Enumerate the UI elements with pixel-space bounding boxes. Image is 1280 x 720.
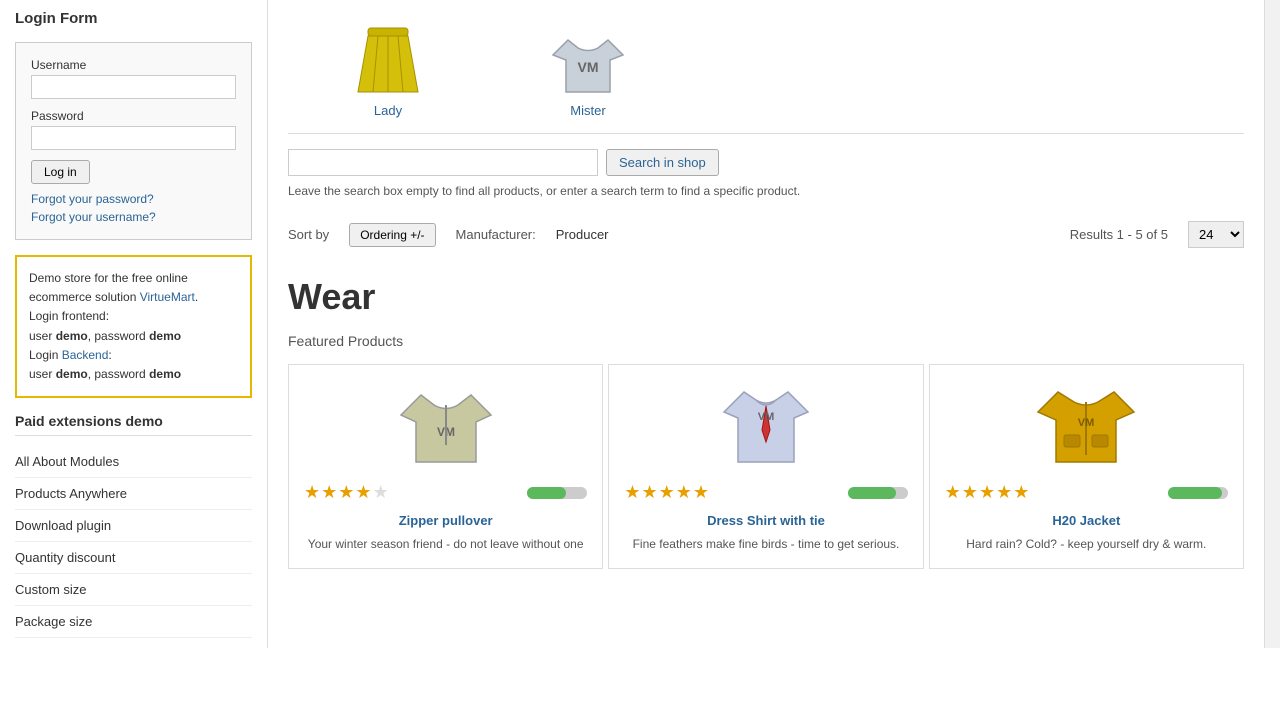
backend-link[interactable]: Backend — [62, 348, 109, 362]
mister-icon: VM — [548, 20, 628, 103]
price-bar-0 — [527, 487, 587, 499]
demo-login-frontend-label: Login frontend: — [29, 309, 109, 323]
sidebar-menu: All About ModulesProducts AnywhereDownlo… — [15, 446, 252, 638]
password-label: Password — [31, 109, 236, 123]
price-slider-2 — [1168, 487, 1228, 499]
product-desc-1: Fine feathers make fine birds - time to … — [624, 536, 907, 553]
price-bar-2 — [1168, 487, 1228, 499]
category-lady-link[interactable]: Lady — [348, 20, 428, 118]
price-slider-0 — [527, 487, 587, 499]
sidebar-menu-item-4[interactable]: Custom size — [15, 574, 252, 606]
stars-2: ★★★★★ — [945, 482, 1031, 503]
search-input[interactable] — [288, 149, 598, 176]
demo-password-label: password — [94, 329, 145, 343]
category-title: Wear — [288, 276, 1244, 318]
search-bar: Search in shop — [288, 149, 1244, 176]
results-count: Results 1 - 5 of 5 — [1070, 227, 1168, 242]
username-input[interactable] — [31, 75, 236, 99]
product-card-1: VM ★★★★★ Dress Shirt with tie Fine feath… — [608, 364, 923, 569]
star-bar-1: ★★★★★ — [624, 482, 907, 503]
search-hint: Leave the search box empty to find all p… — [288, 184, 1244, 198]
category-mister[interactable]: VM Mister — [488, 10, 688, 133]
product-name-1[interactable]: Dress Shirt with tie — [624, 513, 907, 528]
sidebar-menu-item-1[interactable]: Products Anywhere — [15, 478, 252, 510]
sidebar: Login Form Username Password Log in Forg… — [0, 0, 268, 648]
product-card-0: VM ★★★★★ Zipper pullover Your winter sea… — [288, 364, 603, 569]
price-fill-0 — [527, 487, 566, 499]
search-button[interactable]: Search in shop — [606, 149, 719, 176]
demo-info-box: Demo store for the free online ecommerce… — [15, 255, 252, 398]
svg-text:VM: VM — [1078, 417, 1095, 429]
login-box: Username Password Log in Forgot your pas… — [15, 42, 252, 240]
product-desc-0: Your winter season friend - do not leave… — [304, 536, 587, 553]
demo-user: demo — [56, 329, 88, 343]
login-links: Forgot your password? Forgot your userna… — [31, 192, 236, 224]
price-fill-2 — [1168, 487, 1222, 499]
category-lady-label: Lady — [348, 103, 428, 118]
svg-text:VM: VM — [578, 59, 599, 75]
product-icon-1: VM — [716, 380, 816, 470]
category-grid: Lady VM Mister — [288, 10, 1244, 134]
paid-extensions-title: Paid extensions demo — [15, 413, 252, 436]
category-mister-label: Mister — [548, 103, 628, 118]
manufacturer-label: Manufacturer: — [456, 227, 536, 242]
sidebar-menu-item-5[interactable]: Package size — [15, 606, 252, 638]
category-lady[interactable]: Lady — [288, 10, 488, 133]
demo-login-backend-label: Login — [29, 348, 62, 362]
demo-pass2: demo — [149, 367, 181, 381]
main-content: Lady VM Mister Search in shop — [268, 0, 1264, 648]
product-name-0[interactable]: Zipper pullover — [304, 513, 587, 528]
sort-by-label: Sort by — [288, 227, 329, 242]
product-desc-2: Hard rain? Cold? - keep yourself dry & w… — [945, 536, 1228, 553]
price-slider-1 — [848, 487, 908, 499]
demo-backend-colon: : — [108, 348, 111, 362]
stars-1: ★★★★★ — [624, 482, 710, 503]
sidebar-menu-item-2[interactable]: Download plugin — [15, 510, 252, 542]
scrollbar[interactable] — [1264, 0, 1280, 648]
price-fill-1 — [848, 487, 896, 499]
demo-text-2: . — [195, 290, 198, 304]
svg-text:VM: VM — [758, 411, 775, 423]
virtuemart-link[interactable]: VirtueMart — [140, 290, 195, 304]
login-button[interactable]: Log in — [31, 160, 90, 184]
demo-password: demo — [149, 329, 181, 343]
product-card-2: VM ★★★★★ H20 Jacket Hard rain? Cold? - k… — [929, 364, 1244, 569]
featured-products-title: Featured Products — [288, 333, 1244, 349]
demo-user2: demo — [56, 367, 88, 381]
product-grid: VM ★★★★★ Zipper pullover Your winter sea… — [288, 364, 1244, 569]
product-icon-2: VM — [1036, 380, 1136, 470]
forgot-password-link[interactable]: Forgot your password? — [31, 192, 236, 206]
username-label: Username — [31, 58, 236, 72]
star-bar-0: ★★★★★ — [304, 482, 587, 503]
product-icon-0: VM — [396, 380, 496, 470]
sidebar-menu-item-0[interactable]: All About Modules — [15, 446, 252, 478]
price-bar-1 — [848, 487, 908, 499]
category-mister-link[interactable]: VM Mister — [548, 20, 628, 118]
star-bar-2: ★★★★★ — [945, 482, 1228, 503]
stars-0: ★★★★★ — [304, 482, 390, 503]
password-input[interactable] — [31, 126, 236, 150]
ordering-button[interactable]: Ordering +/- — [349, 223, 435, 247]
login-form-title: Login Form — [15, 10, 252, 32]
product-name-2[interactable]: H20 Jacket — [945, 513, 1228, 528]
per-page-select[interactable]: 24 50 100 — [1188, 221, 1244, 248]
sidebar-menu-item-3[interactable]: Quantity discount — [15, 542, 252, 574]
manufacturer-value: Producer — [556, 227, 609, 242]
lady-icon — [348, 20, 428, 103]
forgot-username-link[interactable]: Forgot your username? — [31, 210, 236, 224]
filter-bar: Sort by Ordering +/- Manufacturer: Produ… — [288, 213, 1244, 256]
